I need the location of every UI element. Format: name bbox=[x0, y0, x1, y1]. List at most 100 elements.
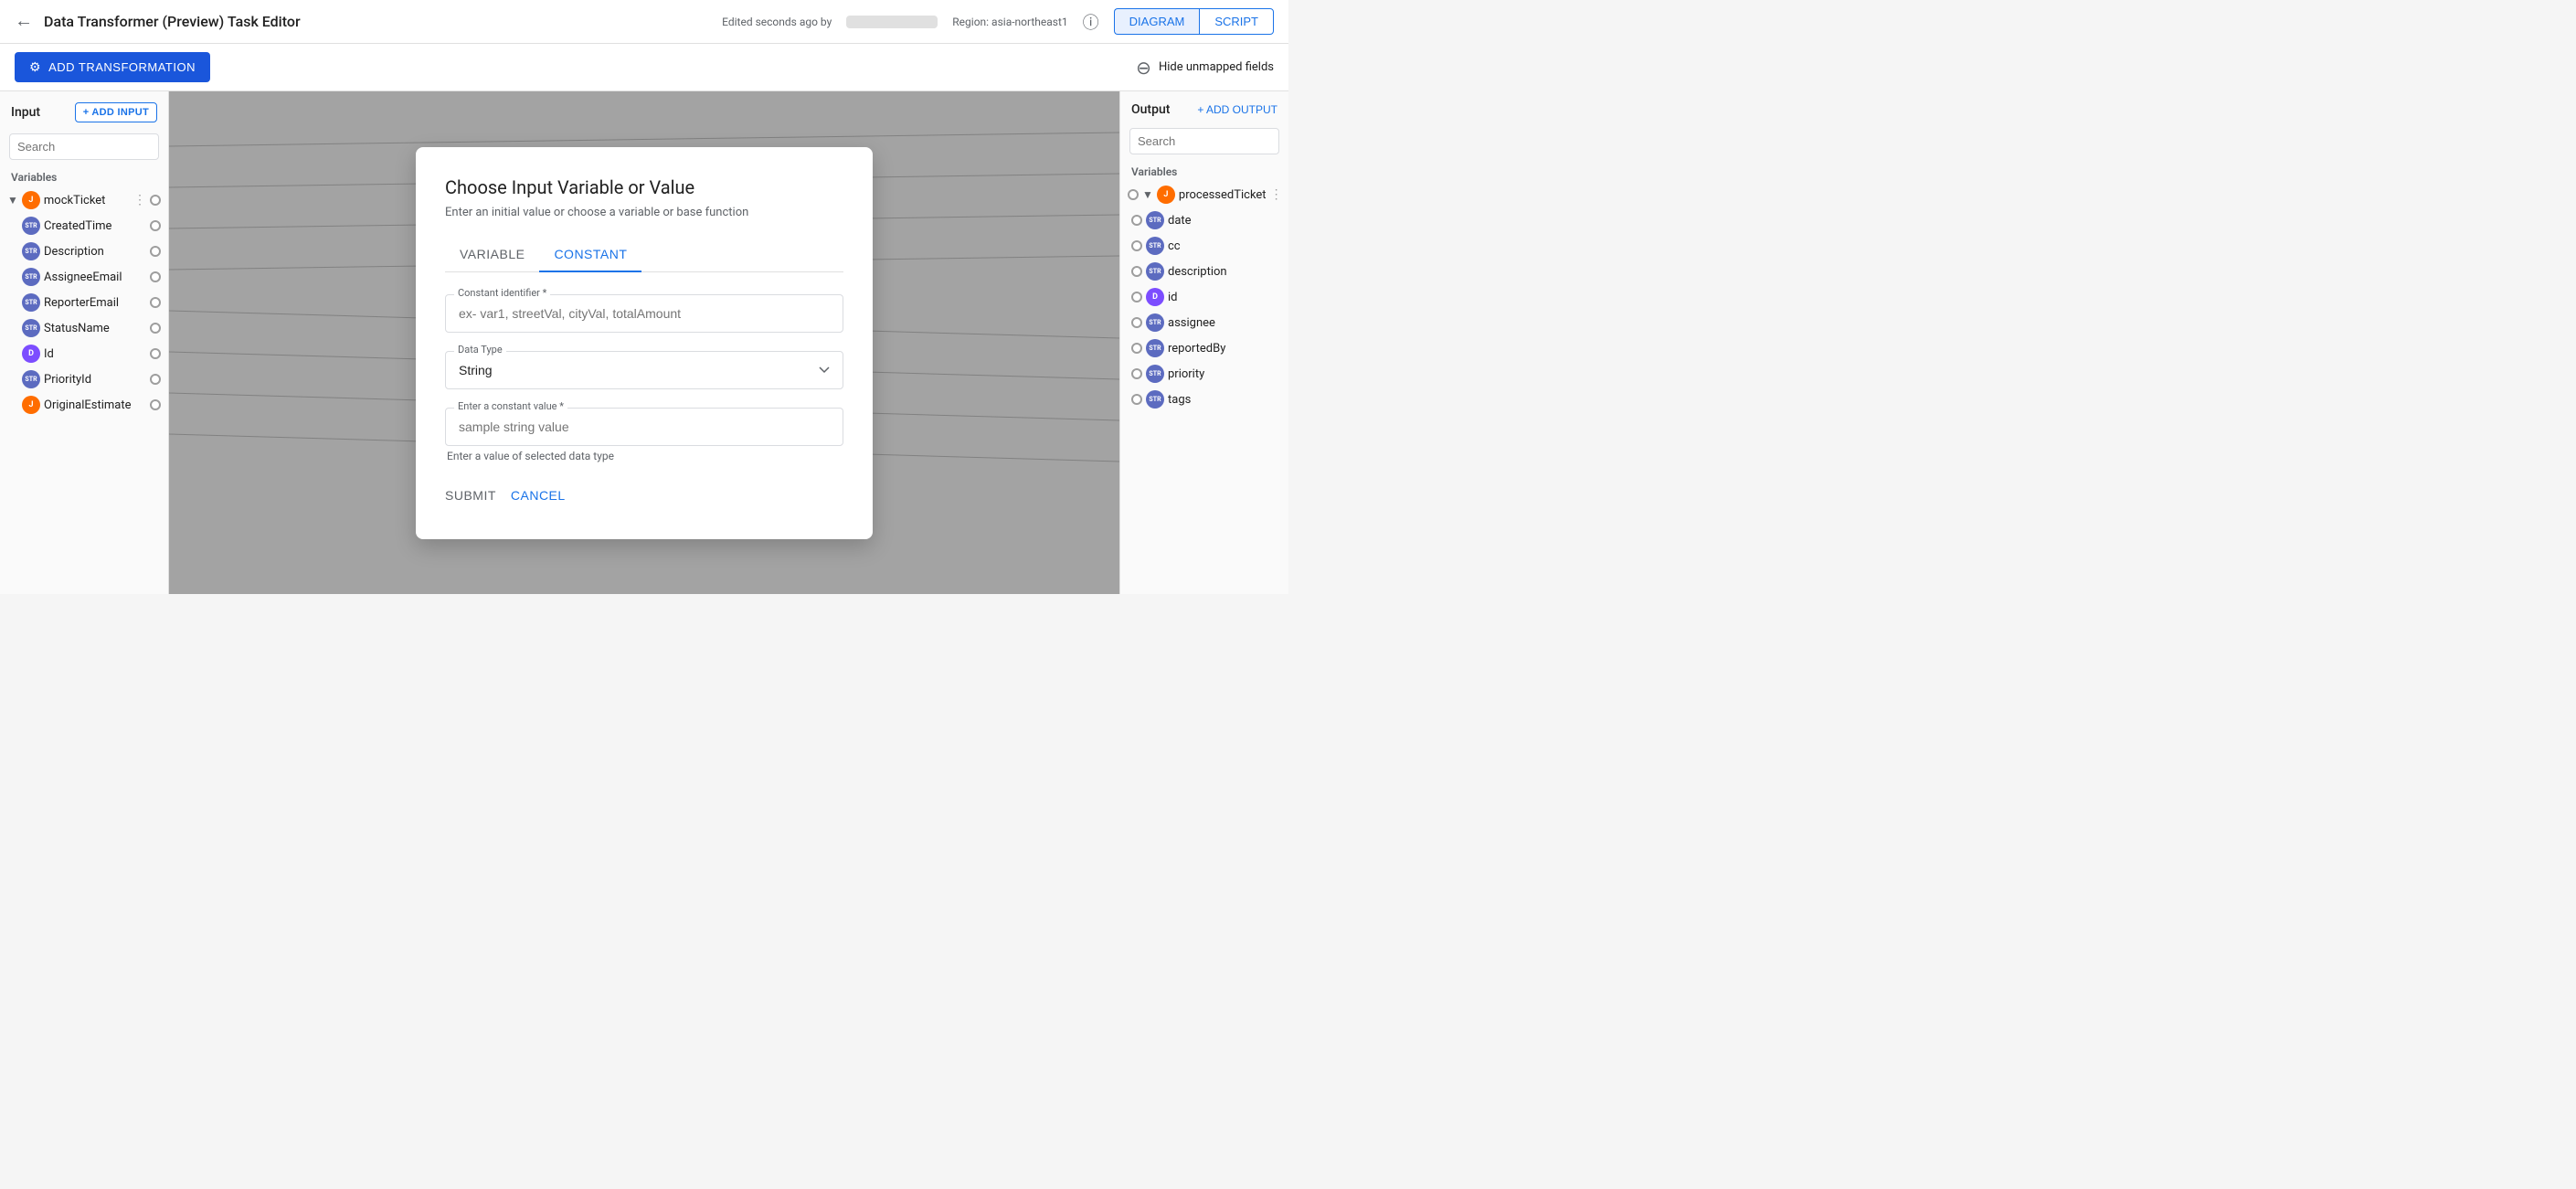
modal-overlay: Choose Input Variable or Value Enter an … bbox=[169, 91, 1119, 594]
output-var-group: ▼ J processedTicket ⋮ STR date STR cc ST… bbox=[1120, 182, 1288, 412]
var-connector[interactable] bbox=[150, 348, 161, 359]
var-badge-str: STR bbox=[1146, 339, 1164, 357]
var-name: date bbox=[1168, 214, 1281, 228]
hide-unmapped-toggle-icon[interactable]: ⊖ bbox=[1136, 57, 1151, 79]
output-search-input[interactable] bbox=[1138, 134, 1288, 148]
output-parent-name: processedTicket bbox=[1179, 188, 1267, 202]
add-input-button[interactable]: + ADD INPUT bbox=[75, 102, 157, 122]
var-name: AssigneeEmail bbox=[44, 271, 146, 284]
var-badge-str: STR bbox=[22, 319, 40, 337]
list-item: STR PriorityId bbox=[0, 366, 168, 392]
var-connector[interactable] bbox=[150, 271, 161, 282]
topbar-left: ← Data Transformer (Preview) Task Editor bbox=[15, 11, 301, 32]
modal-title: Choose Input Variable or Value bbox=[445, 176, 843, 198]
var-name: OriginalEstimate bbox=[44, 398, 146, 412]
topbar: ← Data Transformer (Preview) Task Editor… bbox=[0, 0, 1288, 44]
input-parent-menu-icon[interactable]: ⋮ bbox=[133, 193, 146, 207]
submit-button[interactable]: SUBMIT bbox=[445, 481, 496, 510]
var-badge-str: STR bbox=[22, 293, 40, 312]
script-tab[interactable]: SCRIPT bbox=[1199, 8, 1274, 35]
list-item: STR cc bbox=[1120, 233, 1288, 259]
list-item: STR tags bbox=[1120, 387, 1288, 412]
canvas: Choose Input Variable or Value Enter an … bbox=[169, 91, 1119, 594]
data-type-select[interactable]: String Integer Boolean Double Long bbox=[445, 351, 843, 389]
list-item: STR reportedBy bbox=[1120, 335, 1288, 361]
list-item: J OriginalEstimate bbox=[0, 392, 168, 418]
var-badge-str: STR bbox=[22, 242, 40, 260]
input-panel-header: Input + ADD INPUT bbox=[0, 102, 168, 130]
input-search-input[interactable] bbox=[17, 140, 169, 154]
add-output-button[interactable]: + ADD OUTPUT bbox=[1197, 103, 1277, 116]
diagram-tab[interactable]: DIAGRAM bbox=[1114, 8, 1200, 35]
output-panel-title: Output bbox=[1131, 102, 1170, 117]
var-name: ReporterEmail bbox=[44, 296, 146, 310]
var-badge-str: STR bbox=[1146, 390, 1164, 409]
data-type-label: Data Type bbox=[454, 344, 506, 356]
var-connector[interactable] bbox=[1131, 266, 1142, 277]
constant-value-input[interactable] bbox=[445, 408, 843, 446]
var-name: priority bbox=[1168, 367, 1281, 381]
var-connector[interactable] bbox=[150, 246, 161, 257]
back-button[interactable]: ← bbox=[15, 11, 33, 32]
var-connector[interactable] bbox=[1131, 215, 1142, 226]
input-var-group: ▼ J mockTicket ⋮ STR CreatedTime STR Des… bbox=[0, 187, 168, 418]
var-connector[interactable] bbox=[150, 323, 161, 334]
output-variables-label: Variables bbox=[1120, 162, 1288, 182]
var-name: Id bbox=[44, 347, 146, 361]
list-item: STR CreatedTime bbox=[0, 213, 168, 239]
var-badge-str: STR bbox=[22, 217, 40, 235]
var-connector[interactable] bbox=[1131, 394, 1142, 405]
var-connector[interactable] bbox=[1131, 292, 1142, 303]
var-name: reportedBy bbox=[1168, 342, 1281, 356]
page-title: Data Transformer (Preview) Task Editor bbox=[44, 13, 301, 30]
output-parent-var: ▼ J processedTicket ⋮ bbox=[1120, 182, 1288, 207]
output-parent-badge: J bbox=[1157, 186, 1175, 204]
var-connector[interactable] bbox=[1131, 343, 1142, 354]
output-parent-connector[interactable] bbox=[1128, 189, 1139, 200]
constant-identifier-field: Constant identifier * bbox=[445, 294, 843, 333]
var-badge-str: STR bbox=[1146, 313, 1164, 332]
main-layout: Input + ADD INPUT 🔍 Variables ▼ J mockTi… bbox=[0, 91, 1288, 594]
output-panel: Output + ADD OUTPUT 🔍 Variables ▼ J proc… bbox=[1119, 91, 1288, 594]
chevron-down-icon[interactable]: ▼ bbox=[7, 194, 18, 207]
add-transformation-button[interactable]: ⚙ ADD TRANSFORMATION bbox=[15, 52, 210, 82]
modal-subtitle: Enter an initial value or choose a varia… bbox=[445, 206, 843, 219]
input-parent-var: ▼ J mockTicket ⋮ bbox=[0, 187, 168, 213]
var-badge-str: STR bbox=[22, 268, 40, 286]
constant-tab[interactable]: CONSTANT bbox=[539, 238, 641, 272]
var-connector[interactable] bbox=[1131, 240, 1142, 251]
cancel-button[interactable]: CANCEL bbox=[511, 481, 566, 510]
constant-value-label: Enter a constant value * bbox=[454, 400, 567, 412]
var-name: description bbox=[1168, 265, 1281, 279]
output-panel-header: Output + ADD OUTPUT bbox=[1120, 102, 1288, 124]
output-parent-menu-icon[interactable]: ⋮ bbox=[1270, 187, 1283, 202]
var-connector[interactable] bbox=[150, 374, 161, 385]
choose-input-modal: Choose Input Variable or Value Enter an … bbox=[416, 147, 873, 539]
var-name: PriorityId bbox=[44, 373, 146, 387]
info-button[interactable]: ⓘ bbox=[1083, 10, 1099, 34]
var-badge-str: STR bbox=[1146, 365, 1164, 383]
var-connector[interactable] bbox=[150, 399, 161, 410]
constant-value-hint: Enter a value of selected data type bbox=[445, 450, 843, 462]
var-name: id bbox=[1168, 291, 1281, 304]
var-connector[interactable] bbox=[150, 297, 161, 308]
var-badge-d: D bbox=[22, 345, 40, 363]
chevron-down-icon[interactable]: ▼ bbox=[1142, 188, 1153, 201]
var-connector[interactable] bbox=[1131, 317, 1142, 328]
view-toggle: DIAGRAM SCRIPT bbox=[1114, 8, 1274, 35]
gear-icon: ⚙ bbox=[29, 59, 41, 75]
var-name: assignee bbox=[1168, 316, 1281, 330]
input-panel-title: Input bbox=[11, 105, 40, 120]
var-connector[interactable] bbox=[1131, 368, 1142, 379]
list-item: STR AssigneeEmail bbox=[0, 264, 168, 290]
variable-tab[interactable]: VARIABLE bbox=[445, 238, 539, 272]
constant-identifier-input[interactable] bbox=[445, 294, 843, 333]
list-item: STR date bbox=[1120, 207, 1288, 233]
var-connector[interactable] bbox=[150, 220, 161, 231]
list-item: STR Description bbox=[0, 239, 168, 264]
input-variables-label: Variables bbox=[0, 167, 168, 187]
input-parent-connector[interactable] bbox=[150, 195, 161, 206]
var-name: cc bbox=[1168, 239, 1281, 253]
input-panel: Input + ADD INPUT 🔍 Variables ▼ J mockTi… bbox=[0, 91, 169, 594]
hide-unmapped-label: Hide unmapped fields bbox=[1159, 60, 1274, 74]
